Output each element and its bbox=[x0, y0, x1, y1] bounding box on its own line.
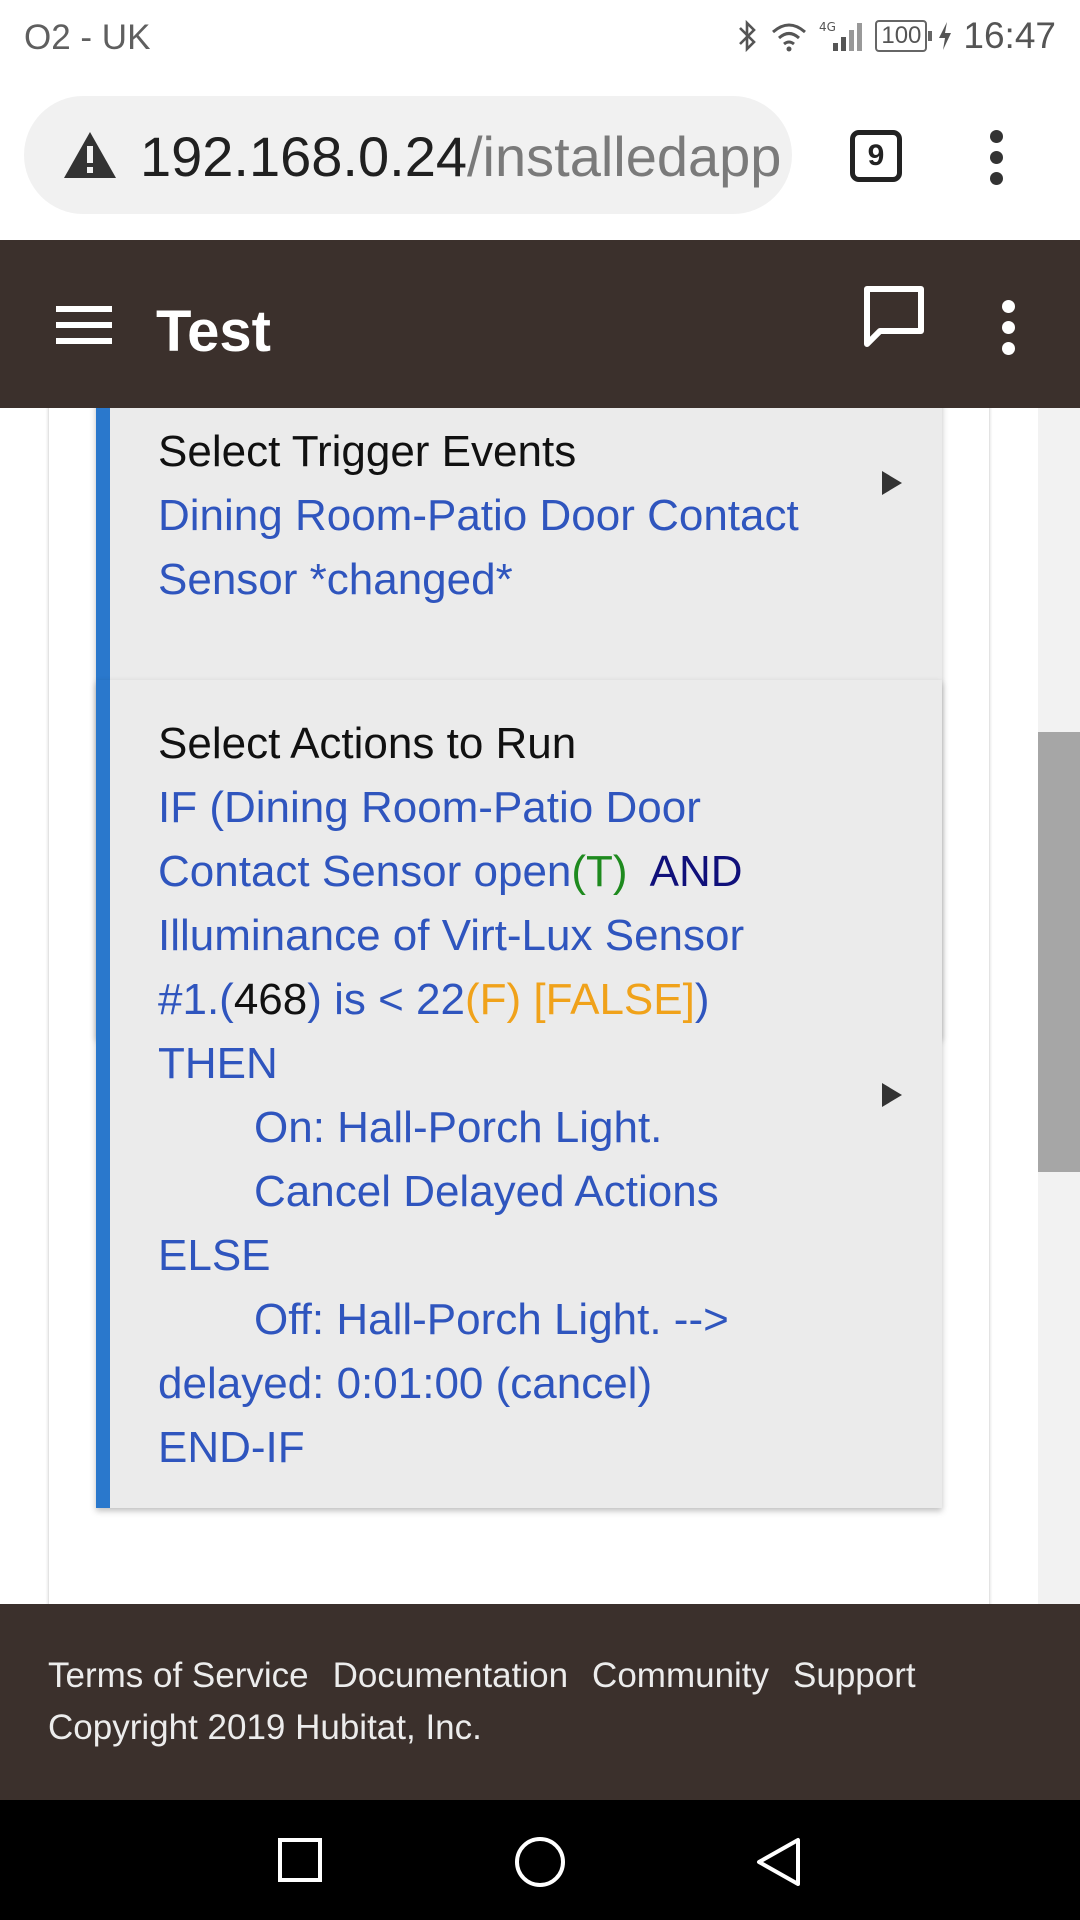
action-line: On: Hall-Porch Light. bbox=[254, 1103, 663, 1152]
section-title: Select Trigger Events bbox=[158, 427, 577, 476]
section-title: Select Actions to Run bbox=[158, 719, 577, 768]
charging-icon bbox=[939, 22, 952, 50]
community-link[interactable]: Community bbox=[592, 1656, 769, 1696]
tabs-icon[interactable]: 9 bbox=[850, 130, 902, 182]
action-line: THEN bbox=[158, 1039, 278, 1088]
content-area: Select Trigger Events Dining Room-Patio … bbox=[0, 408, 1080, 1604]
action-line: Illuminance of Virt-Lux Sensor bbox=[158, 911, 745, 960]
false-flag: (F) bbox=[465, 975, 522, 1024]
support-link[interactable]: Support bbox=[793, 1656, 916, 1696]
scrollbar-thumb[interactable] bbox=[1038, 732, 1080, 1172]
documentation-link[interactable]: Documentation bbox=[333, 1656, 568, 1696]
status-icons: 4G 100 16:47 bbox=[737, 14, 1056, 58]
more-vert-icon[interactable] bbox=[982, 130, 1012, 186]
action-line: END-IF bbox=[158, 1423, 305, 1472]
action-line: delayed: 0:01:00 (cancel) bbox=[158, 1359, 653, 1408]
actions-summary: Select Actions to Run IF (Dining Room-Pa… bbox=[158, 712, 878, 1480]
carrier-label: O2 - UK bbox=[24, 18, 151, 57]
footer-links: Terms of Service Documentation Community… bbox=[48, 1656, 916, 1696]
expand-arrow-icon[interactable] bbox=[882, 1083, 902, 1107]
section-summary: Dining Room-Patio Door Contact Sensor *c… bbox=[158, 491, 799, 604]
system-nav-bar bbox=[0, 1800, 1080, 1920]
action-line: Cancel Delayed Actions bbox=[254, 1167, 719, 1216]
action-line: Contact Sensor open(T) AND bbox=[158, 847, 743, 896]
more-vert-icon[interactable] bbox=[994, 300, 1024, 356]
page-title: Test bbox=[156, 299, 271, 364]
signal-icon: 4G bbox=[819, 20, 863, 51]
url-path: /installedapp bbox=[466, 125, 782, 188]
and-operator: AND bbox=[649, 847, 743, 896]
menu-icon[interactable] bbox=[56, 306, 112, 346]
action-line: #1.(468) is < 22(F) [FALSE]) bbox=[158, 975, 710, 1024]
app-header: Test bbox=[0, 240, 1080, 408]
recents-icon[interactable] bbox=[276, 1836, 324, 1884]
actions-section[interactable]: Select Actions to Run IF (Dining Room-Pa… bbox=[96, 680, 942, 1508]
home-icon[interactable] bbox=[514, 1836, 566, 1888]
expand-arrow-icon[interactable] bbox=[882, 471, 902, 495]
false-result: [FALSE] bbox=[533, 975, 695, 1024]
wifi-icon bbox=[772, 23, 807, 52]
warning-icon[interactable] bbox=[62, 130, 118, 180]
back-icon[interactable] bbox=[754, 1836, 802, 1888]
copyright-text: Copyright 2019 Hubitat, Inc. bbox=[48, 1708, 482, 1747]
url-text[interactable]: 192.168.0.24/installedapp bbox=[140, 124, 786, 189]
browser-toolbar: 192.168.0.24/installedapp 9 bbox=[0, 74, 1080, 240]
lux-value: 468 bbox=[233, 975, 308, 1024]
terms-of-service-link[interactable]: Terms of Service bbox=[48, 1656, 309, 1696]
address-bar[interactable]: 192.168.0.24/installedapp bbox=[24, 96, 792, 214]
true-flag: (T) bbox=[571, 847, 628, 896]
network-type-label: 4G bbox=[819, 20, 836, 34]
action-line: IF (Dining Room-Patio Door bbox=[158, 783, 701, 832]
url-host: 192.168.0.24 bbox=[140, 125, 467, 188]
footer: Terms of Service Documentation Community… bbox=[0, 1604, 1080, 1800]
status-bar: O2 - UK 4G 100 16:47 bbox=[0, 0, 1080, 74]
chat-icon[interactable] bbox=[862, 284, 926, 350]
action-line: Off: Hall-Porch Light. --> bbox=[254, 1295, 729, 1344]
battery-icon: 100 bbox=[875, 20, 933, 52]
action-line: ELSE bbox=[158, 1231, 271, 1280]
scrollbar[interactable] bbox=[1038, 408, 1080, 1604]
bluetooth-icon bbox=[739, 19, 757, 53]
clock: 16:47 bbox=[963, 15, 1056, 56]
